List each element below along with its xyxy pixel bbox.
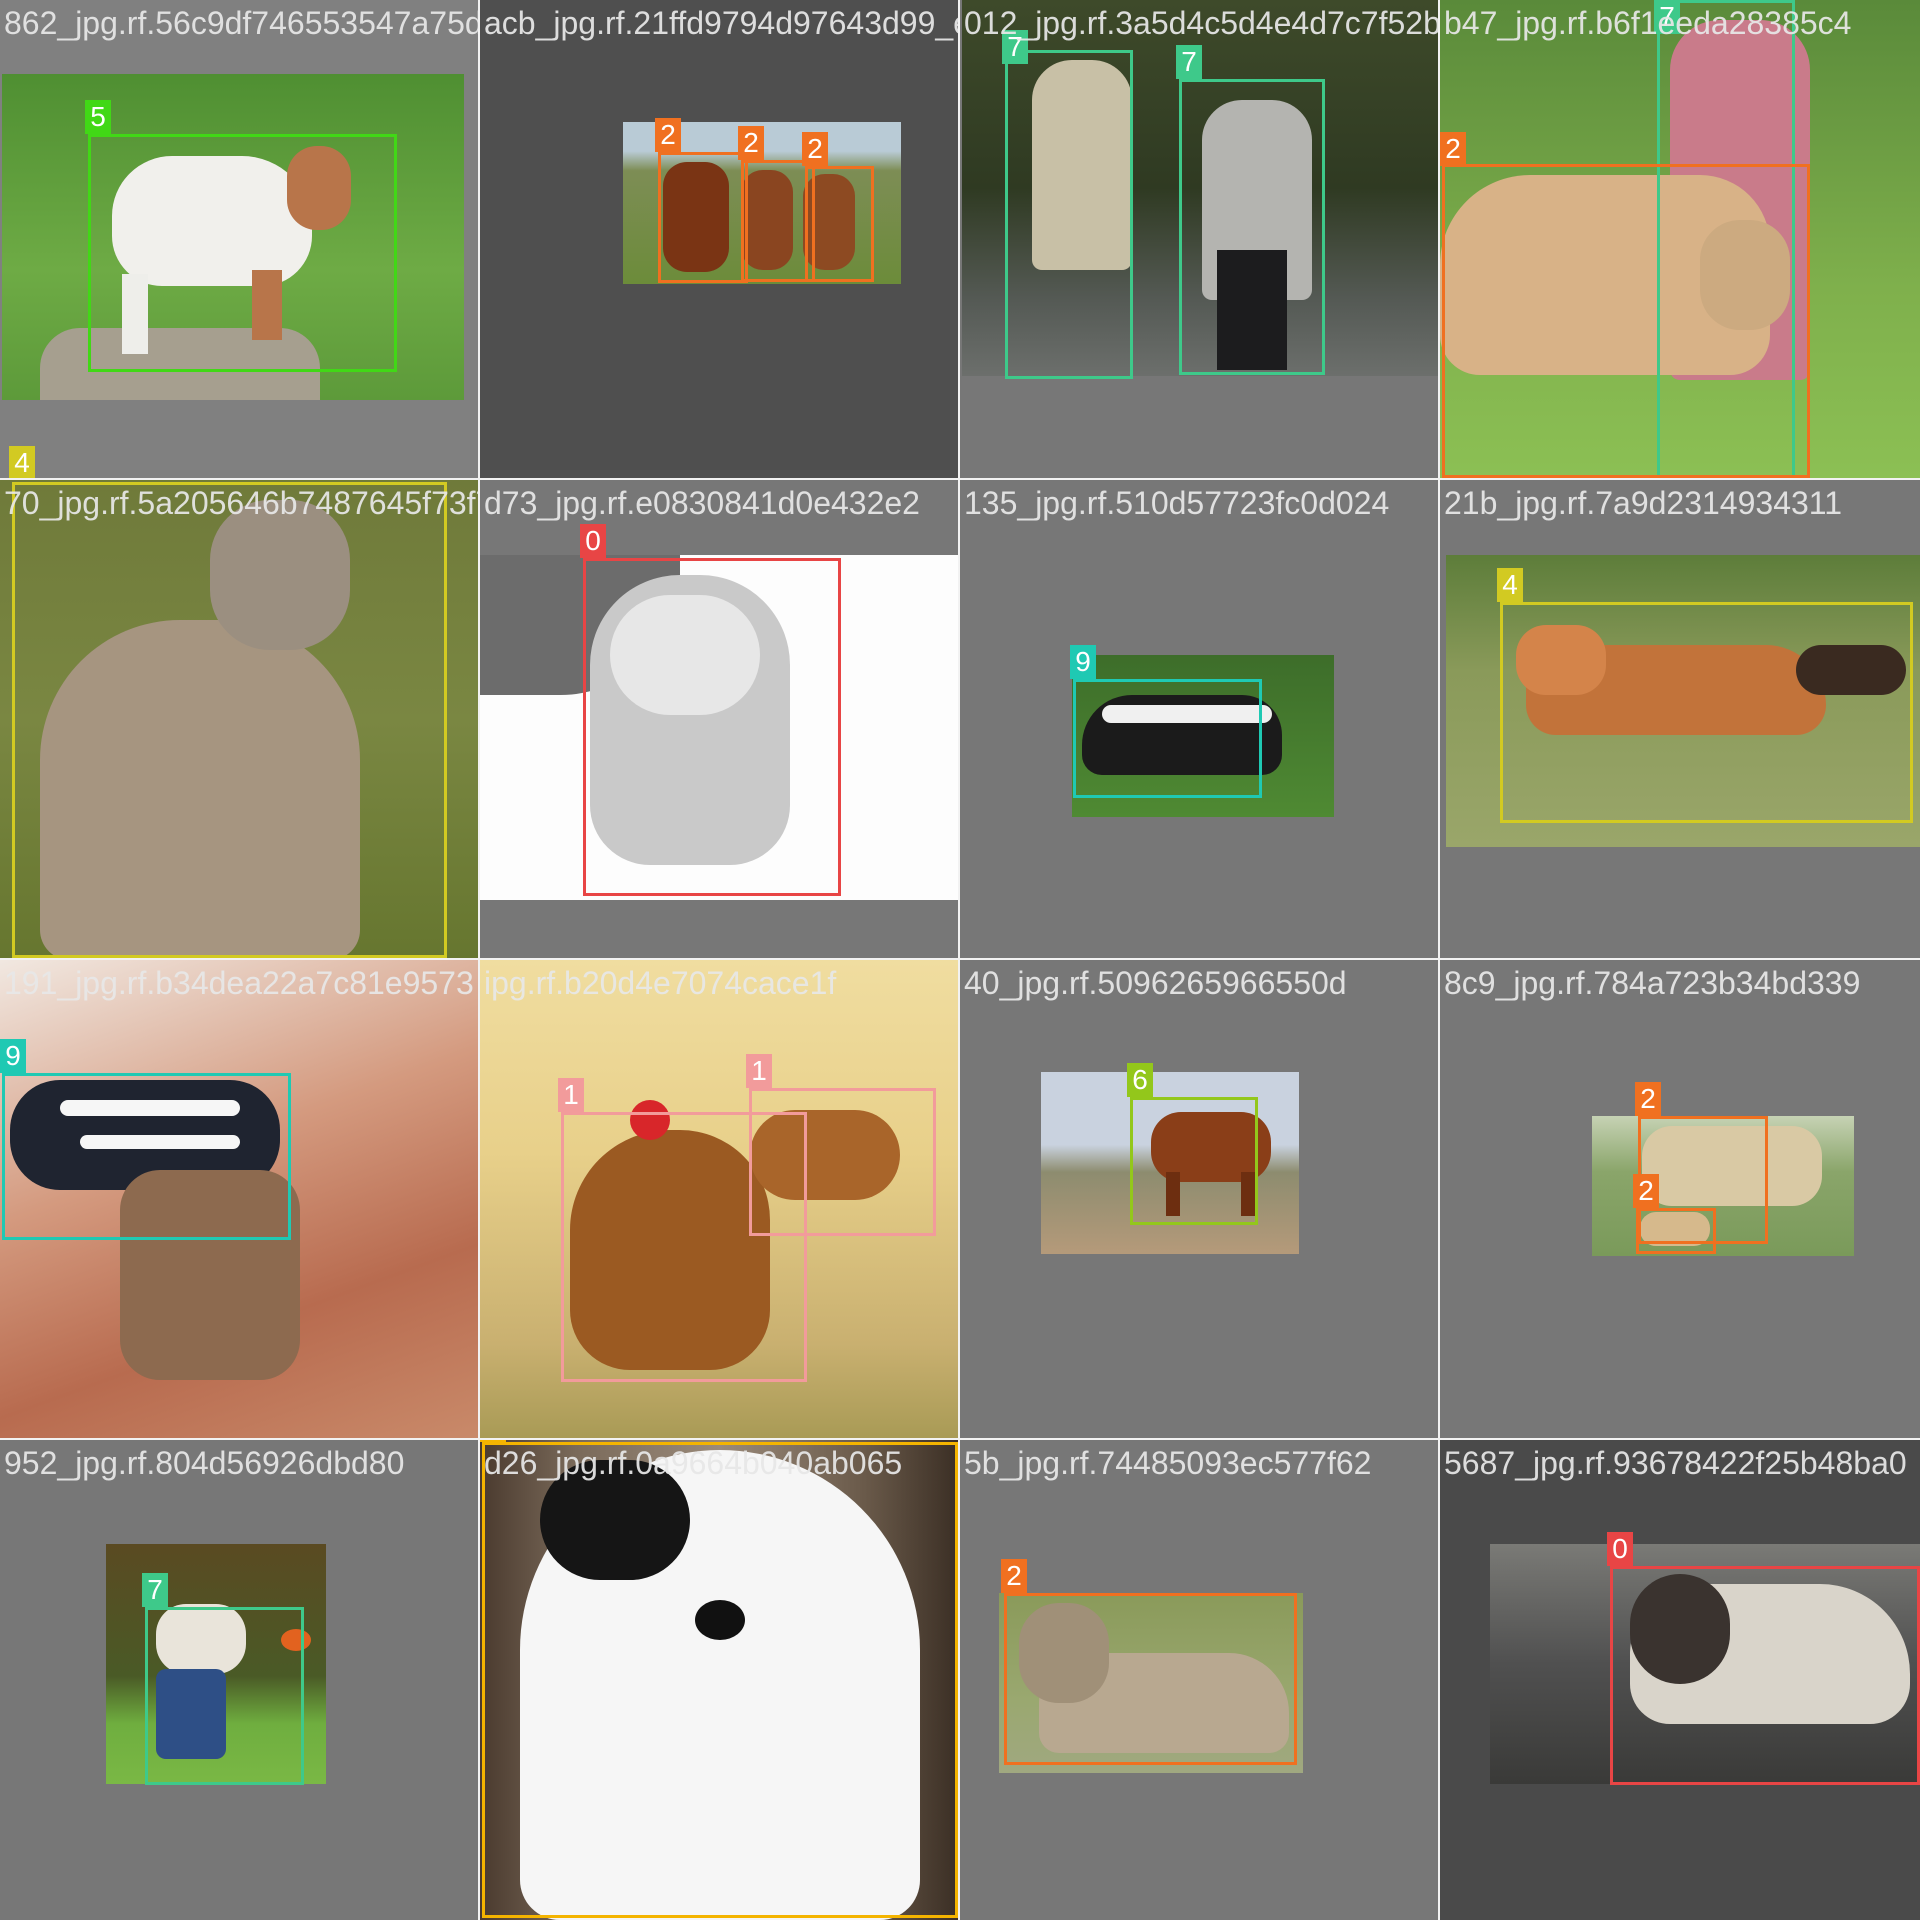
image-filename: 191_jpg.rf.b34dea22a7c81e9573 [4, 965, 474, 1001]
class-label: 1 [746, 1054, 772, 1088]
bounding-box [805, 166, 874, 282]
tile-walking-people: 7 7 012_jpg.rf.3a5d4c5d4e4d7c7f52b9a4 [960, 0, 1440, 480]
tile-horse: 6 40_jpg.rf.5096265966550d [960, 960, 1440, 1440]
class-label: 4 [1497, 568, 1523, 602]
image-filename: 5b_jpg.rf.74485093ec577f62 [964, 1445, 1372, 1481]
tile-red-fox: 4 21b_jpg.rf.7a9d2314934311 [1440, 480, 1920, 960]
image-filename: 952_jpg.rf.804d56926dbd80 [4, 1445, 405, 1481]
bounding-box [658, 152, 748, 283]
bounding-box [1130, 1097, 1258, 1225]
image-filename: 8c9_jpg.rf.784a723b34bd339 [1444, 965, 1861, 1001]
tile-skunk-grass: 9 135_jpg.rf.510d57723fc0d024 [960, 480, 1440, 960]
tile-cow-and-calf: 2 2 8c9_jpg.rf.784a723b34bd339 [1440, 960, 1920, 1440]
image-filename: 012_jpg.rf.3a5d4c5d4e4d7c7f52b9a4 [964, 5, 1440, 41]
bounding-box [1005, 50, 1133, 379]
tile-tabby-cat: 0 d73_jpg.rf.e0830841d0e432e2 [480, 480, 960, 960]
bounding-box [1004, 1593, 1297, 1765]
bounding-box [741, 160, 815, 282]
bounding-box [1500, 602, 1913, 823]
image-filename: d26_jpg.rf.0a9664b040ab065 [484, 1445, 903, 1481]
image-mosaic: 5 862_jpg.rf.56c9df746553547a75d3cd1f237… [0, 0, 1920, 1920]
class-label: 7 [142, 1573, 168, 1607]
class-label: 2 [1635, 1082, 1661, 1116]
tile-lying-calf: 2 5b_jpg.rf.74485093ec577f62 [960, 1440, 1440, 1920]
grid-divider [478, 0, 480, 1920]
image-filename: ipg.rf.b20d4e7074cace1f [484, 965, 837, 1001]
class-label: 0 [1607, 1532, 1633, 1566]
class-label: 1 [558, 1078, 584, 1112]
bounding-box [12, 482, 447, 958]
tile-woman-and-cow: 7 2 b47_jpg.rf.b6f1eeda28385c4 [1440, 0, 1920, 480]
class-label: 2 [1633, 1174, 1659, 1208]
image-filename: 5687_jpg.rf.93678422f25b48ba0 [1444, 1445, 1907, 1481]
class-label: 2 [1001, 1559, 1027, 1593]
class-label: 2 [655, 118, 681, 152]
image-filename: 21b_jpg.rf.7a9d2314934311 [1444, 485, 1842, 521]
image-filename: acb_jpg.rf.21ffd9794d97643d99_eb8c5a4550 [484, 5, 960, 41]
tile-siamese-cat: 0 5687_jpg.rf.93678422f25b48ba0 [1440, 1440, 1920, 1920]
class-label: 9 [0, 1039, 26, 1073]
grid-divider [1438, 0, 1440, 1920]
bounding-box [1636, 1208, 1716, 1254]
tile-chickens: 1 1 ipg.rf.b20d4e7074cace1f [480, 960, 960, 1440]
image-filename: 40_jpg.rf.5096265966550d [964, 965, 1347, 1001]
bounding-box [1179, 79, 1325, 375]
class-label: 9 [1070, 645, 1096, 679]
tile-goat: 5 862_jpg.rf.56c9df746553547a75d3cd1f237… [0, 0, 480, 480]
image-filename: b47_jpg.rf.b6f1eeda28385c4 [1444, 5, 1852, 41]
grid-divider [958, 0, 960, 1920]
bounding-box [1073, 679, 1262, 798]
class-label: 0 [580, 524, 606, 558]
image-filename: d73_jpg.rf.e0830841d0e432e2 [484, 485, 920, 521]
bounding-box [1442, 164, 1810, 478]
grid-divider [0, 478, 1920, 480]
class-label: 2 [1440, 132, 1466, 166]
bounding-box [482, 1442, 958, 1918]
image-filename: 862_jpg.rf.56c9df746553547a75d3cd1f2376 [4, 5, 480, 41]
bounding-box [88, 134, 397, 372]
bounding-box [145, 1607, 304, 1785]
image-filename: 135_jpg.rf.510d57723fc0d024 [964, 485, 1390, 521]
tile-grey-fox: 70_jpg.rf.5a205646b7487645f73f7ca6f1e083… [0, 480, 480, 960]
class-label: 7 [1176, 45, 1202, 79]
tile-highland-cattle: 2 2 2 acb_jpg.rf.21ffd9794d97643d99_eb8c… [480, 0, 960, 480]
class-label: 3 [480, 1440, 506, 1442]
class-label: 2 [738, 126, 764, 160]
tile-frisbee-man: 7 952_jpg.rf.804d56926dbd80 [0, 1440, 480, 1920]
tile-spotted-skunk: 9 191_jpg.rf.b34dea22a7c81e9573 [0, 960, 480, 1440]
grid-divider [0, 1438, 1920, 1440]
bounding-box [749, 1088, 936, 1236]
bounding-box [2, 1073, 291, 1240]
image-filename: 70_jpg.rf.5a205646b7487645f73f7ca6f1e083… [4, 485, 480, 521]
class-label: 5 [85, 100, 111, 134]
class-label: 4 [9, 446, 35, 480]
bounding-box [1610, 1566, 1920, 1785]
class-label: 2 [802, 132, 828, 166]
bounding-box [583, 558, 841, 896]
grid-divider [0, 958, 1920, 960]
tile-puppy: 3 d26_jpg.rf.0a9664b040ab065 [480, 1440, 960, 1920]
class-label: 6 [1127, 1063, 1153, 1097]
